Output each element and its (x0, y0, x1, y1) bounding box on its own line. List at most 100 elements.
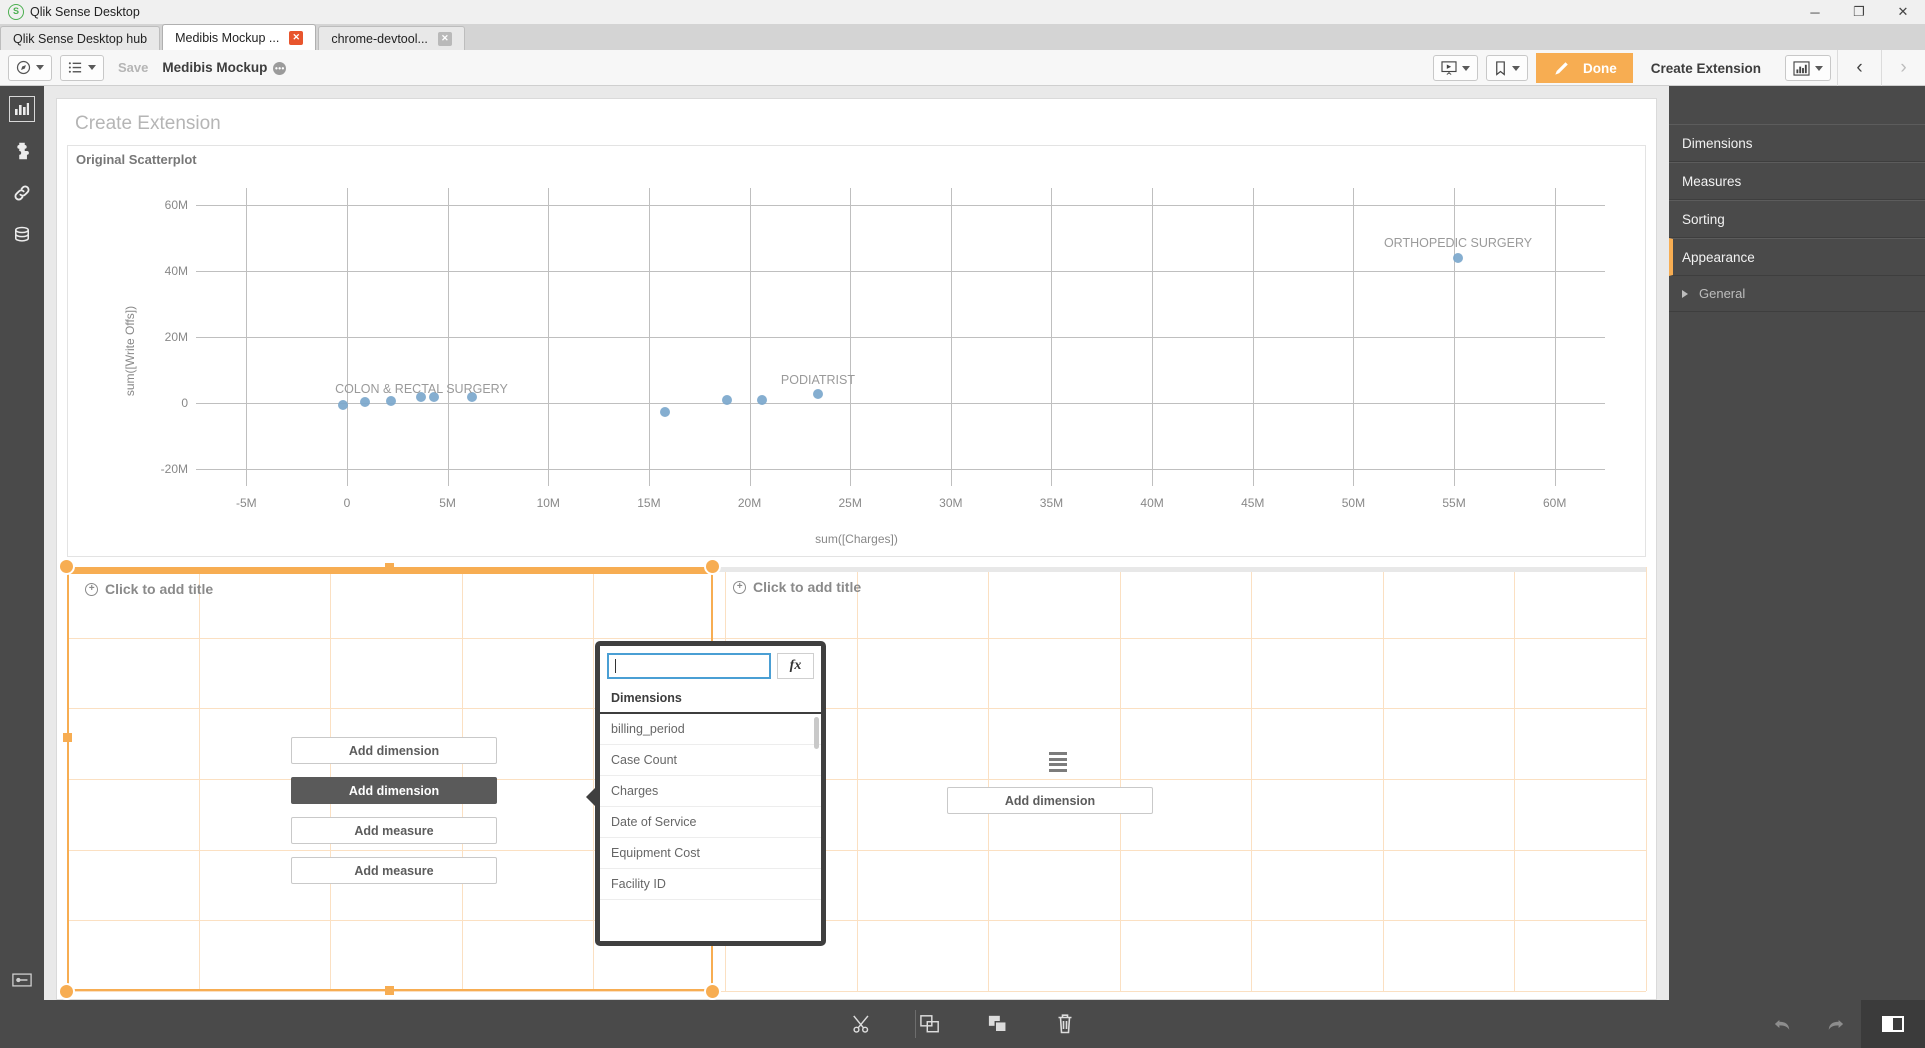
x-axis-tick-label: 25M (838, 496, 862, 510)
scatter-point[interactable] (337, 399, 348, 410)
expression-icon[interactable]: fx (777, 653, 814, 679)
property-panel-item-dimensions[interactable]: Dimensions (1669, 124, 1925, 162)
point-label: ORTHOPEDIC SURGERY (1383, 236, 1533, 250)
plus-circle-icon: + (733, 580, 746, 594)
resize-handle-top-right[interactable] (704, 558, 721, 575)
scatter-point[interactable] (360, 397, 371, 408)
chart-cell-right[interactable]: + Click to add title Add dimension (717, 567, 1646, 991)
plus-circle-icon: + (85, 582, 98, 596)
scrollbar-thumb[interactable] (814, 717, 819, 749)
scatter-point[interactable] (659, 406, 670, 417)
property-panel-item-measures[interactable]: Measures (1669, 162, 1925, 200)
x-axis-tick-label: 15M (637, 496, 661, 510)
triangle-right-icon (1682, 289, 1688, 298)
list-item[interactable]: Facility ID (600, 869, 821, 900)
add-dimension-button-right[interactable]: Add dimension (947, 787, 1153, 814)
copy-icon[interactable] (919, 1013, 941, 1035)
cell-title-label: Click to add title (105, 581, 214, 597)
x-axis-tick-label: 60M (1543, 496, 1567, 510)
scatter-point[interactable] (812, 388, 823, 399)
y-axis-tick-label: 20M (164, 330, 188, 344)
property-panel-subitem-general[interactable]: General (1669, 276, 1925, 312)
sheets-menu-button[interactable] (60, 54, 104, 81)
bookmark-icon (1496, 60, 1505, 76)
minimize-button[interactable]: ─ (1793, 0, 1837, 24)
qlik-logo-icon: S (8, 4, 24, 20)
tab-medibis-mockup[interactable]: Medibis Mockup ... ✕ (162, 24, 317, 50)
chevron-down-icon (36, 65, 44, 70)
list-item[interactable]: billing_period (600, 714, 821, 745)
scatterplot-object[interactable]: Original Scatterplot sum([Write Offs]) s… (67, 145, 1646, 557)
cell-title-left[interactable]: + Click to add title (85, 581, 213, 597)
property-panel-item-sorting[interactable]: Sorting (1669, 200, 1925, 238)
point-label: PODIATRIST (780, 373, 856, 388)
resize-handle-bottom-center[interactable] (385, 986, 394, 995)
add-measure-button-1[interactable]: Add measure (291, 817, 497, 844)
previous-button[interactable]: ‹ (1837, 50, 1881, 86)
chart-type-button[interactable] (1785, 55, 1831, 81)
list-item[interactable]: Equipment Cost (600, 838, 821, 869)
tab-chrome-devtools[interactable]: chrome-devtool... ✕ (318, 26, 465, 50)
maximize-button[interactable]: ❐ (1837, 0, 1881, 24)
next-button[interactable]: › (1881, 50, 1925, 86)
resize-handle-bottom-left[interactable] (58, 983, 75, 1000)
resize-handle-left-center[interactable] (63, 733, 72, 742)
chevron-down-icon (1815, 65, 1823, 71)
database-icon[interactable] (9, 222, 35, 248)
list-item[interactable]: Charges (600, 776, 821, 807)
trash-icon[interactable] (1055, 1013, 1075, 1035)
resize-handle-top-center[interactable] (385, 563, 394, 572)
paste-icon[interactable] (987, 1013, 1009, 1035)
navigation-menu-button[interactable] (8, 54, 52, 81)
popup-field-list[interactable]: billing_period Case Count Charges Date o… (600, 714, 821, 941)
close-icon[interactable]: ✕ (289, 30, 304, 45)
property-panel-item-appearance[interactable]: Appearance (1669, 238, 1925, 276)
storytelling-button[interactable] (1432, 55, 1478, 81)
scatter-point[interactable] (1453, 252, 1464, 263)
search-input[interactable] (607, 653, 771, 679)
resize-handle-top-left[interactable] (58, 558, 75, 575)
close-button[interactable]: ✕ (1881, 0, 1925, 24)
scatter-point[interactable] (386, 395, 397, 406)
undo-arrow-icon[interactable] (1757, 1015, 1809, 1033)
panel-toggle-icon[interactable] (1861, 1000, 1925, 1048)
document-title: Medibis Mockup ••• (162, 60, 287, 75)
add-dimension-button-2[interactable]: Add dimension (291, 777, 497, 804)
x-gridline (1353, 188, 1355, 486)
window-title: Qlik Sense Desktop (30, 5, 140, 19)
cell-title-right[interactable]: + Click to add title (733, 579, 861, 595)
x-axis-tick-label: 10M (536, 496, 560, 510)
x-gridline (1051, 188, 1053, 486)
plot-area: 60M 40M 20M 0 -20M -5M 0 5M 10M 15M 20M 25M 30M 35M 40… (161, 188, 1605, 510)
y-axis-tick-label: 60M (164, 197, 188, 212)
left-icon-rail (0, 86, 44, 1000)
x-gridline (1454, 188, 1456, 486)
close-icon[interactable]: ✕ (437, 31, 452, 46)
x-axis-tick-label: 0 (343, 496, 351, 510)
copy-glyph-icon (919, 1015, 939, 1033)
redo-arrow-icon[interactable] (1809, 1015, 1861, 1033)
done-button[interactable]: Done (1535, 53, 1633, 83)
y-axis-tick-label: 0 (181, 396, 188, 411)
database-glyph-icon (15, 226, 29, 242)
popup-arrow (586, 787, 596, 807)
puzzle-piece-icon[interactable] (9, 138, 35, 164)
tab-qlik-sense-desktop-hub[interactable]: Qlik Sense Desktop hub (0, 26, 161, 50)
save-button[interactable]: Save (118, 60, 148, 75)
x-gridline (447, 188, 449, 486)
key-field-icon[interactable] (0, 972, 44, 988)
bookmarks-button[interactable] (1485, 55, 1528, 81)
cell-title-label: Click to add title (753, 579, 862, 595)
add-dimension-button-1[interactable]: Add dimension (291, 737, 497, 764)
link-icon[interactable] (9, 180, 35, 206)
list-item[interactable]: Date of Service (600, 807, 821, 838)
scatter-point[interactable] (722, 395, 733, 406)
resize-handle-bottom-right[interactable] (704, 983, 721, 1000)
list-item[interactable]: Case Count (600, 745, 821, 776)
scatter-point[interactable] (756, 395, 767, 406)
add-measure-button-2[interactable]: Add measure (291, 857, 497, 884)
field-picker-popup[interactable]: fx Dimensions billing_period Case Count … (586, 641, 826, 946)
scissors-icon[interactable] (851, 1013, 873, 1035)
charts-icon[interactable] (9, 96, 35, 122)
cell-bar-right (717, 567, 1646, 572)
